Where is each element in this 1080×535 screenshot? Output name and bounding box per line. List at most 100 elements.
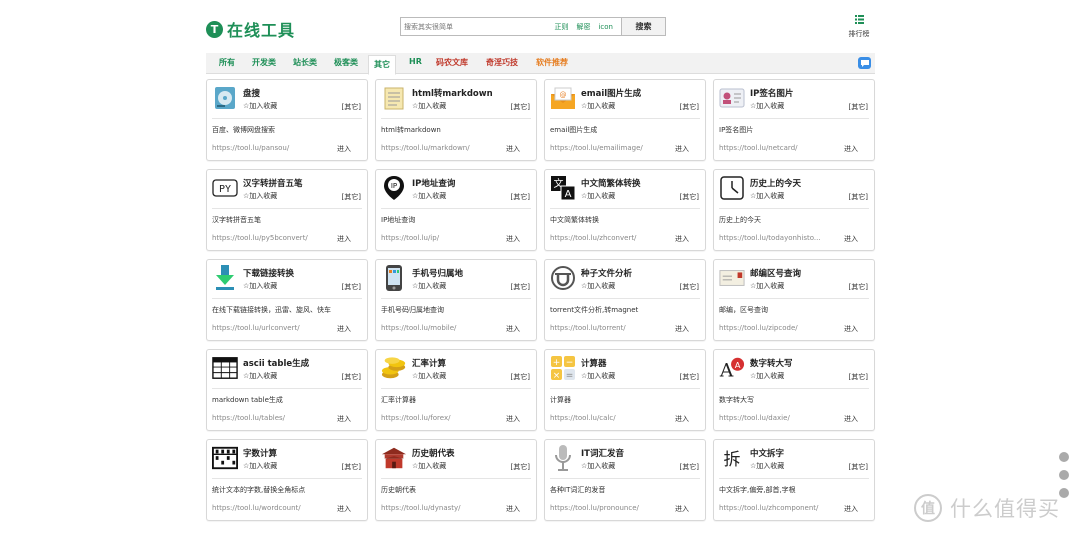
enter-link[interactable]: 进入	[675, 414, 689, 424]
tool-url[interactable]: https://tool.lu/urlconvert/	[212, 324, 327, 332]
enter-link[interactable]: 进入	[675, 234, 689, 244]
add-favorite-button[interactable]: ☆加入收藏	[581, 101, 615, 111]
enter-link[interactable]: 进入	[506, 324, 520, 334]
weibo-icon[interactable]	[1059, 470, 1069, 480]
enter-link[interactable]: 进入	[844, 144, 858, 154]
tool-title[interactable]: 计算器	[581, 357, 607, 369]
enter-link[interactable]: 进入	[337, 324, 351, 334]
tool-card[interactable]: 历史上的今天 ☆加入收藏 [其它] 历史上的今天 https://tool.lu/tod…	[713, 169, 875, 251]
rank-link[interactable]: 排行榜	[846, 15, 872, 39]
tool-card[interactable]: 下载链接转换 ☆加入收藏 [其它] 在线下载链接转换，迅雷、旋风、快车 https://…	[206, 259, 368, 341]
tool-title[interactable]: 手机号归属地	[412, 267, 463, 279]
enter-link[interactable]: 进入	[675, 144, 689, 154]
tool-card[interactable]: 种子文件分析 ☆加入收藏 [其它] torrent文件分析,转magnet https:…	[544, 259, 706, 341]
add-favorite-button[interactable]: ☆加入收藏	[412, 281, 446, 291]
tool-url[interactable]: https://tool.lu/zipcode/	[719, 324, 834, 332]
tool-title[interactable]: 字数计算	[243, 447, 277, 459]
enter-link[interactable]: 进入	[675, 324, 689, 334]
tool-title[interactable]: 数字转大写	[750, 357, 793, 369]
tool-title[interactable]: 历史朝代表	[412, 447, 455, 459]
tab-all[interactable]: 所有	[219, 57, 235, 68]
tool-card[interactable]: 汇率计算 ☆加入收藏 [其它] 汇率计算器 https://tool.lu/forex/…	[375, 349, 537, 431]
add-favorite-button[interactable]: ☆加入收藏	[243, 461, 277, 471]
tab-coder-library[interactable]: 码农文库	[436, 57, 468, 68]
enter-link[interactable]: 进入	[337, 414, 351, 424]
tool-url[interactable]: https://tool.lu/py5bconvert/	[212, 234, 327, 242]
add-favorite-button[interactable]: ☆加入收藏	[581, 191, 615, 201]
tool-card[interactable]: 邮编区号查询 ☆加入收藏 [其它] 邮编，区号查询 https://tool.lu/zi…	[713, 259, 875, 341]
tool-url[interactable]: https://tool.lu/calc/	[550, 414, 665, 422]
tool-url[interactable]: https://tool.lu/pronounce/	[550, 504, 665, 512]
tool-url[interactable]: https://tool.lu/wordcount/	[212, 504, 327, 512]
tool-card[interactable]: IT词汇发音 ☆加入收藏 [其它] 各种IT词汇的发音 https://tool.lu/…	[544, 439, 706, 521]
tool-title[interactable]: 中文拆字	[750, 447, 784, 459]
add-favorite-button[interactable]: ☆加入收藏	[243, 371, 277, 381]
enter-link[interactable]: 进入	[675, 504, 689, 514]
tool-card[interactable]: 手机号归属地 ☆加入收藏 [其它] 手机号码归属地查询 https://tool.lu/…	[375, 259, 537, 341]
tool-card[interactable]: ascii table生成 ☆加入收藏 [其它] markdown table生成 ht…	[206, 349, 368, 431]
add-favorite-button[interactable]: ☆加入收藏	[243, 191, 277, 201]
tool-card[interactable]: @ email图片生成 ☆加入收藏 [其它] email图片生成 https://tool…	[544, 79, 706, 161]
tool-url[interactable]: https://tool.lu/pansou/	[212, 144, 327, 152]
tool-url[interactable]: https://tool.lu/dynasty/	[381, 504, 496, 512]
tab-software[interactable]: 软件推荐	[536, 57, 568, 68]
tool-title[interactable]: ascii table生成	[243, 357, 309, 369]
tool-url[interactable]: https://tool.lu/todayonhisto...	[719, 234, 834, 242]
tool-url[interactable]: https://tool.lu/torrent/	[550, 324, 665, 332]
tool-title[interactable]: 种子文件分析	[581, 267, 632, 279]
enter-link[interactable]: 进入	[506, 414, 520, 424]
tool-url[interactable]: https://tool.lu/ip/	[381, 234, 496, 242]
tool-card[interactable]: A A 数字转大写 ☆加入收藏 [其它] 数字转大写 https://tool.lu/dax…	[713, 349, 875, 431]
add-favorite-button[interactable]: ☆加入收藏	[750, 191, 784, 201]
search-input[interactable]	[401, 18, 555, 35]
search-option-decrypt[interactable]: 解密	[576, 22, 590, 32]
enter-link[interactable]: 进入	[844, 504, 858, 514]
tool-title[interactable]: 邮编区号查询	[750, 267, 801, 279]
add-favorite-button[interactable]: ☆加入收藏	[581, 461, 615, 471]
add-favorite-button[interactable]: ☆加入收藏	[750, 371, 784, 381]
qq-icon[interactable]	[1059, 452, 1069, 462]
tool-title[interactable]: 历史上的今天	[750, 177, 801, 189]
add-favorite-button[interactable]: ☆加入收藏	[750, 101, 784, 111]
tool-card[interactable]: html转markdown ☆加入收藏 [其它] html转markdown https…	[375, 79, 537, 161]
enter-link[interactable]: 进入	[337, 504, 351, 514]
add-favorite-button[interactable]: ☆加入收藏	[412, 101, 446, 111]
tool-title[interactable]: 盘搜	[243, 87, 260, 99]
tool-card[interactable]: 历史朝代表 ☆加入收藏 [其它] 历史朝代表 https://tool.lu/dynas…	[375, 439, 537, 521]
add-favorite-button[interactable]: ☆加入收藏	[243, 101, 277, 111]
tool-url[interactable]: https://tool.lu/zhconvert/	[550, 234, 665, 242]
tool-url[interactable]: https://tool.lu/zhcomponent/	[719, 504, 834, 512]
wechat-icon[interactable]	[1059, 488, 1069, 498]
tab-geek[interactable]: 极客类	[334, 57, 358, 68]
tool-url[interactable]: https://tool.lu/netcard/	[719, 144, 834, 152]
add-favorite-button[interactable]: ☆加入收藏	[412, 371, 446, 381]
tool-card[interactable]: IP签名图片 ☆加入收藏 [其它] IP签名图片 https://tool.lu/net…	[713, 79, 875, 161]
tool-card[interactable]: PY 汉字转拼音五笔 ☆加入收藏 [其它] 汉字转拼音五笔 https://tool.lu…	[206, 169, 368, 251]
add-favorite-button[interactable]: ☆加入收藏	[412, 461, 446, 471]
search-button[interactable]: 搜索	[621, 18, 665, 35]
site-logo[interactable]: T 在线工具	[206, 17, 295, 41]
tool-card[interactable]: 拆中文拆字 ☆加入收藏 [其它] 中文拆字,偏旁,部首,字根 https://tool.…	[713, 439, 875, 521]
tool-card[interactable]: 字数计算 ☆加入收藏 [其它] 统计文本的字数,替换全角标点 https://tool.…	[206, 439, 368, 521]
tool-title[interactable]: 下载链接转换	[243, 267, 294, 279]
tool-title[interactable]: IP签名图片	[750, 87, 793, 99]
add-favorite-button[interactable]: ☆加入收藏	[243, 281, 277, 291]
tool-title[interactable]: html转markdown	[412, 87, 493, 99]
add-favorite-button[interactable]: ☆加入收藏	[581, 371, 615, 381]
enter-link[interactable]: 进入	[844, 234, 858, 244]
tool-title[interactable]: email图片生成	[581, 87, 641, 99]
search-option-regex[interactable]: 正则	[554, 22, 568, 32]
tool-url[interactable]: https://tool.lu/forex/	[381, 414, 496, 422]
enter-link[interactable]: 进入	[337, 144, 351, 154]
tool-url[interactable]: https://tool.lu/tables/	[212, 414, 327, 422]
search-option-icon[interactable]: icon	[598, 23, 613, 31]
chat-icon[interactable]	[858, 57, 871, 69]
enter-link[interactable]: 进入	[506, 504, 520, 514]
enter-link[interactable]: 进入	[844, 324, 858, 334]
tool-card[interactable]: + − × = 计算器 ☆加入收藏 [其它] 计算器 https://tool.lu/calc/…	[544, 349, 706, 431]
enter-link[interactable]: 进入	[506, 144, 520, 154]
tool-url[interactable]: https://tool.lu/emailimage/	[550, 144, 665, 152]
enter-link[interactable]: 进入	[337, 234, 351, 244]
enter-link[interactable]: 进入	[844, 414, 858, 424]
enter-link[interactable]: 进入	[506, 234, 520, 244]
